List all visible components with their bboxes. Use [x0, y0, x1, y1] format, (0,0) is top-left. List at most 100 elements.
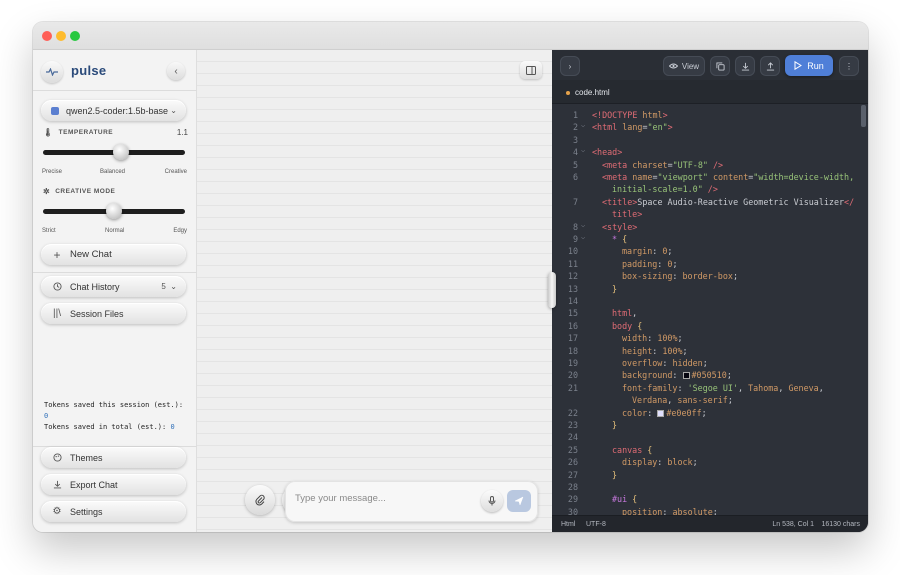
code-token: , [667, 395, 678, 406]
code-token: ; [692, 457, 698, 468]
divider [33, 90, 197, 91]
line-number: 21 [567, 382, 578, 393]
tokens-session-value: 0 [44, 412, 49, 420]
code-token: , [818, 382, 824, 393]
tokens-total-value: 0 [170, 423, 175, 431]
new-chat-button[interactable]: + New Chat [41, 244, 186, 265]
settings-button[interactable]: ⚙ Settings [41, 501, 186, 522]
temperature-slider[interactable] [43, 144, 185, 160]
session-files-button[interactable]: ||\ Session Files [41, 303, 186, 324]
copy-button[interactable] [710, 56, 730, 76]
download-icon [741, 62, 749, 71]
line-number: 17 [567, 333, 578, 344]
fold-chevron-icon[interactable]: ⌵ [581, 233, 585, 241]
code-token: , [778, 382, 789, 393]
temperature-slider-thumb[interactable] [113, 144, 130, 160]
line-number: 19 [567, 358, 578, 368]
download-button[interactable] [735, 56, 755, 76]
toggle-editor-button[interactable] [520, 61, 542, 79]
more-options-button[interactable]: ⋮ [839, 56, 859, 76]
tab-code-html[interactable]: code.html [566, 88, 610, 97]
code-token: { [647, 444, 653, 455]
code-token: display [622, 457, 658, 468]
temperature-tick-labels: Precise Balanced Creative [42, 169, 187, 178]
panel-resize-handle[interactable] [548, 272, 556, 308]
chevron-down-icon: ⌄ [170, 106, 177, 115]
code-token: border-box [682, 271, 733, 282]
code-token: #050510 [691, 370, 727, 381]
line-number: 29 [567, 494, 578, 505]
code-token: charset [632, 159, 668, 170]
sidebar: pulse ‹ qwen2.5-coder:1.5b-base ⌄ 🌡︎ TEM… [33, 50, 197, 532]
tokens-session: Tokens saved this session (est.): 0 [44, 400, 183, 422]
code-token: hidden [672, 358, 703, 368]
code-token: ; [712, 506, 718, 515]
fold-chevron-icon[interactable]: ⌵ [581, 221, 585, 229]
model-select[interactable]: qwen2.5-coder:1.5b-base ⌄ [41, 100, 186, 121]
export-chat-button[interactable]: Export Chat [41, 474, 186, 495]
code-token: <title> [602, 196, 638, 207]
close-window-button[interactable] [42, 31, 52, 41]
code-token: ; [726, 370, 732, 381]
tick-label: Normal [105, 228, 125, 234]
code-token: "width=device-width, [753, 172, 855, 182]
creative-mode-slider[interactable] [43, 203, 185, 219]
code-token: ; [702, 358, 708, 368]
line-number: 2 [572, 122, 578, 133]
send-button[interactable] [507, 490, 531, 512]
code-token: block [667, 457, 693, 468]
line-number: 11 [567, 258, 578, 269]
more-vertical-icon: ⋮ [845, 61, 853, 71]
attach-button[interactable] [245, 485, 275, 515]
code-token: * [612, 234, 623, 244]
run-button[interactable]: Run [785, 55, 833, 76]
code-token: #e0e0ff [666, 407, 702, 418]
code-token: <html [592, 122, 623, 133]
upload-button[interactable] [760, 56, 780, 76]
chat-history-toggle[interactable]: Chat History 5 ⌄ [41, 276, 186, 297]
code-token: 100% [662, 345, 683, 356]
paperclip-icon [255, 494, 265, 506]
fold-chevron-icon[interactable]: ⌵ [581, 146, 585, 154]
microphone-icon [488, 496, 496, 506]
chat-history-count: 5 ⌄ [161, 282, 177, 291]
microphone-button[interactable] [481, 490, 503, 512]
code-token: background [622, 370, 673, 381]
gear-icon: ⚙ [52, 506, 62, 517]
play-icon [794, 61, 803, 70]
zoom-window-button[interactable] [70, 31, 80, 41]
code-line: body { [612, 321, 642, 331]
code-line: <meta name="viewport" content="width=dev… [602, 172, 854, 182]
editor-status-bar: Html UTF-8 Ln 538, Col 1 16130 chars [552, 515, 868, 532]
themes-button[interactable]: Themes [41, 447, 186, 468]
line-number: 28 [567, 482, 578, 492]
logo-pulse-icon[interactable] [41, 61, 63, 83]
code-token: { [632, 494, 638, 505]
palette-icon [51, 453, 63, 462]
minimize-window-button[interactable] [56, 31, 66, 41]
clock-icon [51, 282, 63, 291]
message-input[interactable] [295, 493, 475, 504]
tick-label: Edgy [173, 228, 187, 234]
code-token: <meta [602, 159, 633, 170]
code-line: <head> [592, 147, 622, 157]
line-number: 26 [567, 457, 578, 468]
view-button[interactable]: View [663, 56, 705, 76]
code-area[interactable]: 1 <!DOCTYPE html> 2 ⌵ <html lang="en"> 3 4 ⌵ <he… [552, 105, 858, 515]
fold-chevron-icon[interactable]: ⌵ [581, 121, 585, 129]
line-number: 25 [567, 444, 578, 455]
code-token: : [662, 506, 673, 515]
code-token: #ui [612, 494, 633, 505]
expand-button[interactable]: › [560, 56, 580, 76]
line-number: 27 [567, 469, 578, 480]
editor-scrollbar[interactable] [861, 105, 866, 127]
creative-mode-slider-thumb[interactable] [106, 203, 122, 219]
collapse-sidebar-button[interactable]: ‹ [167, 62, 185, 80]
new-chat-label: New Chat [70, 249, 112, 260]
code-line: margin: 0; [622, 246, 672, 256]
tokens-session-label: Tokens saved this session (est.): [44, 401, 184, 409]
code-token: name [632, 172, 653, 182]
line-number: 4 [572, 147, 578, 158]
send-icon [514, 496, 524, 506]
model-select-value: qwen2.5-coder:1.5b-base [66, 105, 169, 116]
